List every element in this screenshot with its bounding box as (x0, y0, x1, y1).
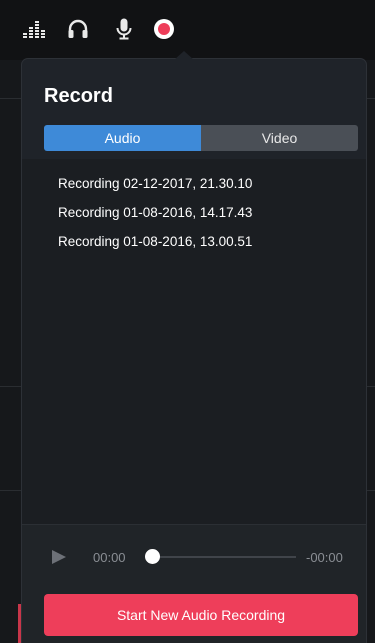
backdrop-left (0, 60, 22, 643)
start-recording-button[interactable]: Start New Audio Recording (44, 594, 358, 636)
record-popover: Record Audio Video Recording 02-12-2017,… (22, 51, 366, 643)
recording-item[interactable]: Recording 01-08-2016, 13.00.51 (58, 234, 252, 252)
microphone-icon[interactable] (110, 15, 138, 43)
tab-audio[interactable]: Audio (44, 125, 201, 151)
playback-bar: 00:00 -00:00 Start New Audio Recording (22, 524, 366, 643)
app-screen: Record Audio Video Recording 02-12-2017,… (0, 0, 375, 643)
progress-track[interactable] (156, 556, 296, 558)
elapsed-time: 00:00 (93, 550, 126, 565)
progress-slider-knob[interactable] (145, 549, 160, 564)
backdrop-right (366, 60, 375, 643)
remaining-time: -00:00 (306, 550, 343, 565)
popover-title: Record (44, 85, 113, 107)
recordings-list: Recording 02-12-2017, 21.30.10 Recording… (22, 159, 366, 524)
tab-video[interactable]: Video (201, 125, 358, 151)
popover-arrow (174, 51, 194, 60)
play-icon[interactable] (52, 550, 66, 564)
headphones-icon[interactable] (64, 15, 92, 43)
recording-item[interactable]: Recording 02-12-2017, 21.30.10 (58, 176, 252, 194)
recording-item[interactable]: Recording 01-08-2016, 14.17.43 (58, 205, 252, 223)
media-type-tabs: Audio Video (44, 125, 358, 151)
record-icon[interactable] (150, 15, 178, 43)
equalizer-icon[interactable] (20, 15, 48, 43)
